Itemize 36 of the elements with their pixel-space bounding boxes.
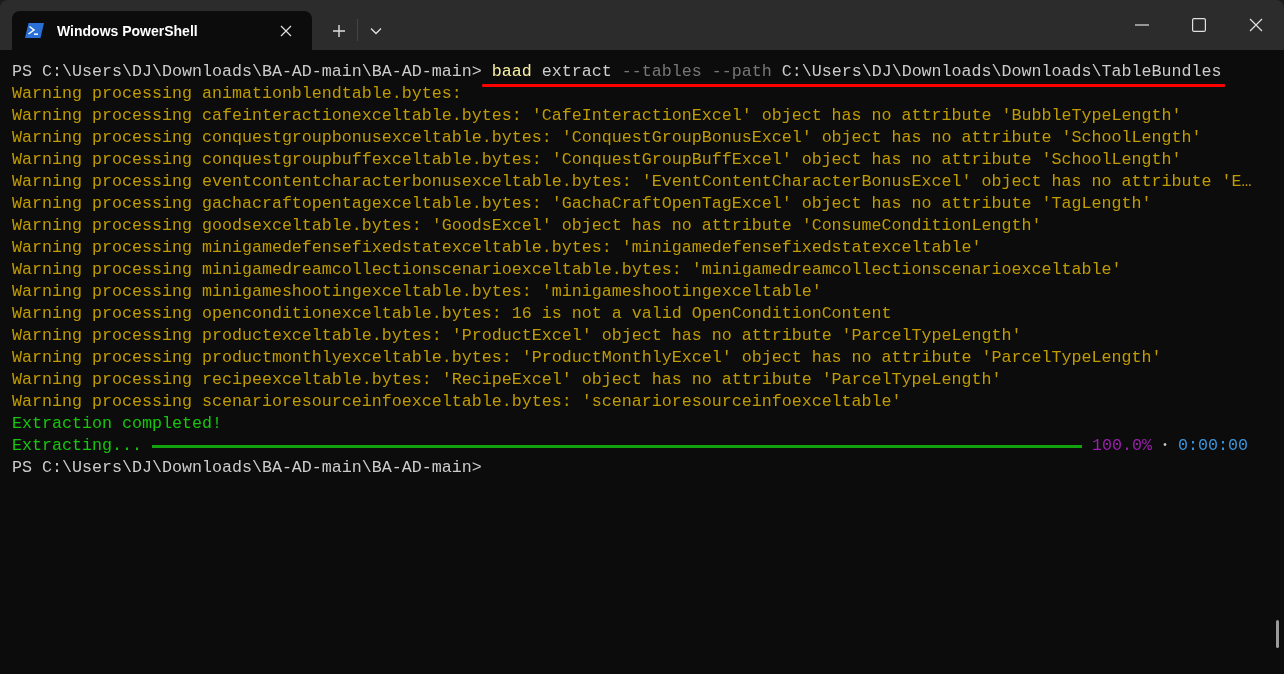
warning-text: Warning processing minigameshootingexceltable.bytes: 'minigameshootingexceltable' — [12, 281, 822, 303]
prompt-text: PS C:\Users\DJ\Downloads\BA-AD-main\BA-AD-main> — [12, 61, 482, 83]
warning-text: Warning processing productmonthlyexceltable.bytes: 'ProductMonthlyExcel' object has no attribute 'ParcelTypeLength' — [12, 347, 1162, 369]
warning-text: Warning processing eventcontentcharacterbonusexceltable.bytes: 'EventContentCharacterBonusExcel' object has no attribute 'E… — [12, 171, 1252, 193]
warning-text: Warning processing productexceltable.bytes: 'ProductExcel' object has no attribute 'ParcelTypeLength' — [12, 325, 1022, 347]
chevron-down-icon — [370, 26, 382, 35]
command-flags: --tables --path — [621, 61, 772, 83]
minimize-icon — [1134, 24, 1149, 26]
warning-text: Warning processing scenarioresourceinfoexceltable.bytes: 'scenarioresourceinfoexceltable' — [12, 391, 902, 413]
elapsed-time: 0:00:00 — [1177, 435, 1248, 457]
command-text: extract — [541, 61, 612, 83]
success-text: Extraction completed! — [12, 413, 222, 435]
warning-text: Warning processing goodsexceltable.bytes: 'GoodsExcel' object has no attribute 'ConsumeConditionLength' — [12, 215, 1042, 237]
warning-text: Warning processing conquestgroupbonusexceltable.bytes: 'ConquestGroupBonusExcel' object has no attribute 'SchoolLength' — [12, 127, 1202, 149]
command-argument: C:\Users\DJ\Downloads\Downloads\TableBundles — [781, 61, 1222, 83]
warning-text: Warning processing minigamedefensefixedstatexceltable.bytes: 'minigamedefensefixedstatexceltable' — [12, 237, 982, 259]
prompt-text: PS C:\Users\DJ\Downloads\BA-AD-main\BA-AD-main> — [12, 457, 482, 479]
scrollbar-thumb[interactable] — [1276, 620, 1279, 648]
warning-text: Warning processing animationblendtable.bytes: — [12, 83, 462, 105]
command-name: baad — [491, 61, 532, 83]
separator-dot: • — [1161, 439, 1168, 453]
warning-text: Warning processing conquestgroupbuffexceltable.bytes: 'ConquestGroupBuffExcel' object has no attribute 'SchoolLength' — [12, 149, 1182, 171]
terminal-tab[interactable]: Windows PowerShell — [12, 11, 312, 50]
tab-title: Windows PowerShell — [57, 22, 199, 39]
plus-icon — [332, 23, 346, 38]
close-icon — [280, 24, 292, 37]
powershell-icon — [25, 23, 44, 38]
warning-text: Warning processing recipeexceltable.bytes: 'RecipeExcel' object has no attribute 'ParcelTypeLength' — [12, 369, 1002, 391]
maximize-icon — [1191, 18, 1206, 32]
close-icon — [1248, 18, 1263, 32]
progress-percent: 100.0% — [1091, 435, 1152, 457]
progress-label: Extracting... — [12, 435, 142, 457]
warning-text: Warning processing openconditionexceltable.bytes: 16 is not a valid OpenConditionContent — [12, 303, 892, 325]
warning-text: Warning processing gachacraftopentagexceltable.bytes: 'GachaCraftOpenTagExcel' object has no attribute 'TagLength' — [12, 193, 1152, 215]
warning-text: Warning processing cafeinteractionexceltable.bytes: 'CafeInteractionExcel' object has no attribute 'BubbleTypeLength' — [12, 105, 1182, 127]
warning-text: Warning processing minigamedreamcollectionscenarioexceltable.bytes: 'minigamedreamcollectionscenarioexceltable' — [12, 259, 1122, 281]
